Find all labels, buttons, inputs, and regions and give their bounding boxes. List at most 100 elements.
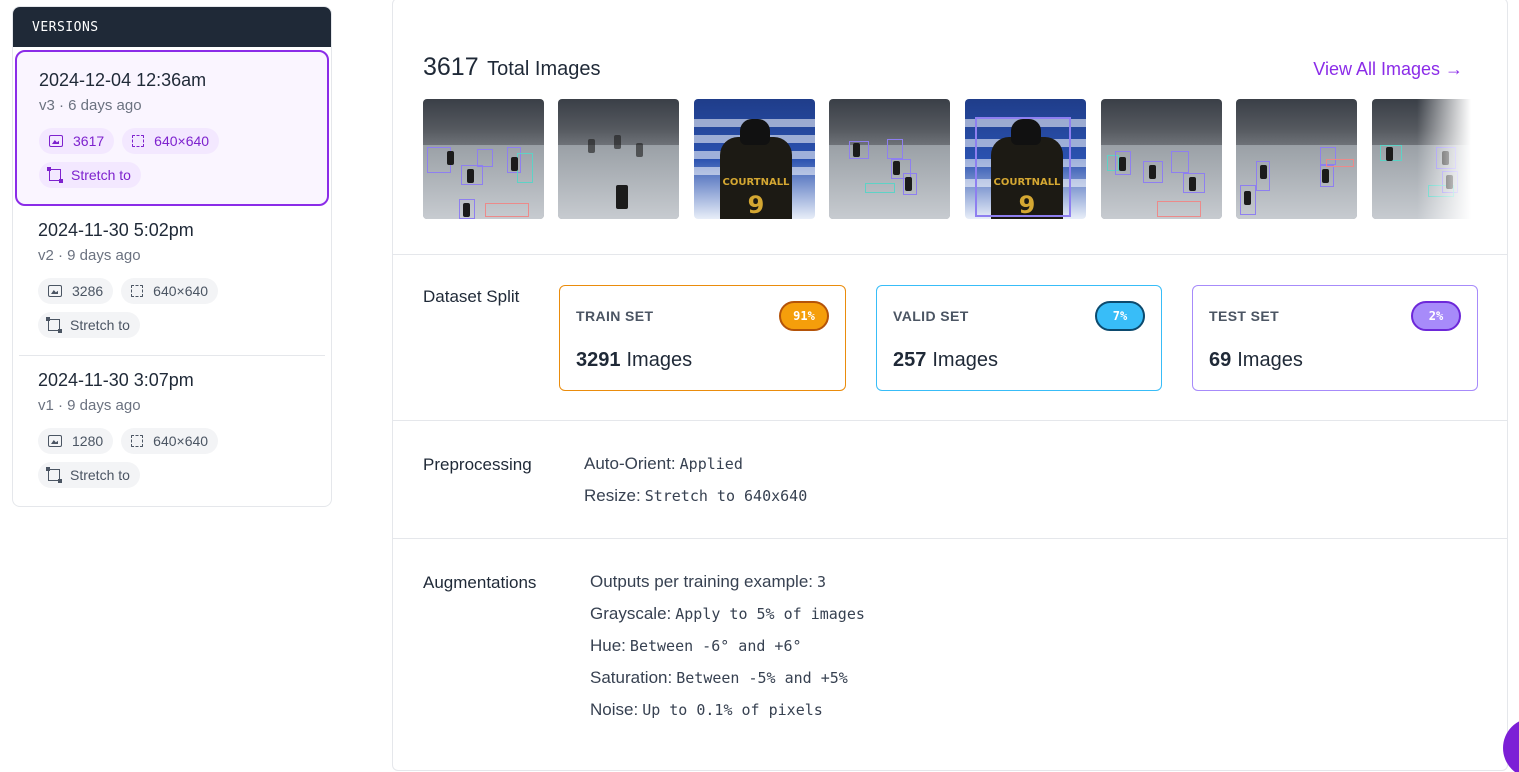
image-count-chip: 3617 — [39, 128, 115, 154]
thumbnail-3[interactable]: COURTNALL 9 — [694, 99, 815, 219]
preprocessing-key: Resize: — [584, 486, 641, 505]
version-meta: v2 · 9 days ago — [38, 247, 141, 264]
resize-chip: Stretch to — [38, 312, 140, 338]
preprocessing-label: Preprocessing — [423, 455, 532, 474]
resize-frame-icon — [131, 435, 144, 447]
augmentation-key: Outputs per training example: — [590, 572, 814, 591]
version-chips: 3286 640×640 Stretch to — [38, 278, 258, 338]
image-icon — [48, 435, 62, 447]
version-chips: 1280 640×640 Stretch to — [38, 428, 258, 488]
total-images-heading: 3617 Total Images — [423, 53, 600, 82]
stretch-icon — [47, 167, 63, 183]
version-item-v1[interactable]: 2024-11-30 3:07pm v1 · 9 days ago 1280 6… — [13, 356, 331, 506]
image-count: 3617 — [73, 133, 105, 149]
valid-count-value: 257 — [893, 349, 927, 371]
train-count-unit: Images — [626, 349, 693, 371]
train-percent-badge: 91% — [779, 301, 829, 331]
preprocessing-item: Resize: Stretch to 640x640 — [584, 480, 807, 512]
preprocessing-value: Applied — [679, 455, 743, 473]
preprocessing-item: Auto-Orient: Applied — [584, 448, 807, 480]
version-date: 2024-12-04 12:36am — [39, 70, 207, 90]
augmentation-item: Grayscale: Apply to 5% of images — [590, 598, 865, 630]
image-icon — [49, 135, 63, 147]
train-set-card[interactable]: TRAIN SET 91% 3291 Images — [559, 285, 846, 391]
resize-chip: Stretch to — [39, 162, 141, 188]
valid-set-title: VALID SET — [893, 308, 969, 324]
versions-header: VERSIONS — [13, 7, 331, 47]
augmentation-item: Outputs per training example: 3 — [590, 566, 865, 598]
augmentation-value: Apply to 5% of images — [675, 605, 865, 623]
resize-mode: Stretch to — [70, 467, 130, 483]
dataset-split-label: Dataset Split — [423, 287, 520, 306]
test-set-count: 69 Images — [1209, 349, 1303, 372]
preprocessing-value: Stretch to 640x640 — [644, 487, 808, 505]
stretch-icon — [46, 467, 62, 483]
test-count-unit: Images — [1237, 349, 1303, 371]
test-set-title: TEST SET — [1209, 308, 1280, 324]
test-count-value: 69 — [1209, 349, 1232, 371]
augmentation-key: Noise: — [590, 700, 639, 719]
total-images-label: Total Images — [487, 58, 601, 80]
augmentations-list: Outputs per training example: 3 Grayscale… — [590, 566, 865, 726]
augmentation-item: Noise: Up to 0.1% of pixels — [590, 694, 865, 726]
augmentation-key: Hue: — [590, 636, 626, 655]
thumbnail-4[interactable] — [829, 99, 950, 219]
image-size: 640×640 — [153, 283, 209, 299]
valid-set-count: 257 Images — [893, 349, 998, 372]
image-size: 640×640 — [154, 133, 210, 149]
augmentation-item: Saturation: Between -5% and +5% — [590, 662, 865, 694]
version-details-panel: 3617 Total Images View All Images → COUR… — [392, 0, 1508, 771]
augmentation-value: Between -6° and +6° — [629, 637, 802, 655]
augmentation-item: Hue: Between -6° and +6° — [590, 630, 865, 662]
valid-percent-badge: 7% — [1095, 301, 1145, 331]
thumbnail-1[interactable] — [423, 99, 544, 219]
version-item-v2[interactable]: 2024-11-30 5:02pm v2 · 9 days ago 3286 6… — [19, 206, 325, 356]
version-date: 2024-11-30 3:07pm — [38, 370, 194, 390]
image-count: 3286 — [72, 283, 104, 299]
images-section: 3617 Total Images View All Images → COUR… — [393, 0, 1507, 255]
preprocessing-section: Preprocessing Auto-Orient: Applied Resize… — [393, 421, 1507, 539]
augmentation-value: Up to 0.1% of pixels — [642, 701, 823, 719]
train-set-count: 3291 Images — [576, 349, 692, 372]
resize-chip: Stretch to — [38, 462, 140, 488]
version-meta: v1 · 9 days ago — [38, 397, 141, 414]
thumbnail-6[interactable] — [1101, 99, 1222, 219]
augmentation-value: Between -5% and +5% — [676, 669, 848, 687]
resize-frame-icon — [131, 285, 144, 297]
dataset-split-section: Dataset Split TRAIN SET 91% 3291 Images V… — [393, 255, 1507, 421]
size-chip: 640×640 — [121, 428, 219, 454]
augmentation-value: 3 — [817, 573, 827, 591]
thumbnail-fade-overlay — [1417, 99, 1477, 219]
image-icon — [48, 285, 62, 297]
preprocessing-key: Auto-Orient: — [584, 454, 676, 473]
total-images-count: 3617 — [423, 53, 479, 81]
thumbnail-strip: COURTNALL 9 COURTNALL 9 — [423, 99, 1477, 219]
size-chip: 640×640 — [122, 128, 220, 154]
augmentation-key: Grayscale: — [590, 604, 672, 623]
test-set-card[interactable]: TEST SET 2% 69 Images — [1192, 285, 1478, 391]
valid-set-card[interactable]: VALID SET 7% 257 Images — [876, 285, 1162, 391]
image-count-chip: 3286 — [38, 278, 114, 304]
image-count-chip: 1280 — [38, 428, 114, 454]
thumbnail-5[interactable]: COURTNALL 9 — [965, 99, 1086, 219]
version-item-v3[interactable]: 2024-12-04 12:36am v3 · 6 days ago 3617 … — [15, 50, 329, 206]
version-chips: 3617 640×640 Stretch to — [39, 128, 259, 188]
resize-mode: Stretch to — [70, 317, 130, 333]
image-count: 1280 — [72, 433, 104, 449]
augmentations-label: Augmentations — [423, 573, 537, 592]
version-date: 2024-11-30 5:02pm — [38, 220, 194, 240]
resize-mode: Stretch to — [71, 167, 131, 183]
page: VERSIONS 2024-12-04 12:36am v3 · 6 days … — [0, 0, 1519, 772]
resize-frame-icon — [132, 135, 145, 147]
augmentations-section: Augmentations Outputs per training examp… — [393, 539, 1507, 771]
train-count-value: 3291 — [576, 349, 621, 371]
train-set-title: TRAIN SET — [576, 308, 654, 324]
stretch-icon — [46, 317, 62, 333]
versions-sidebar: VERSIONS 2024-12-04 12:36am v3 · 6 days … — [12, 6, 332, 507]
test-percent-badge: 2% — [1411, 301, 1461, 331]
thumbnail-7[interactable] — [1236, 99, 1357, 219]
thumbnail-2[interactable] — [558, 99, 679, 219]
jersey-number: 9 — [747, 191, 765, 219]
view-all-images-link[interactable]: View All Images → — [1313, 59, 1463, 80]
size-chip: 640×640 — [121, 278, 219, 304]
